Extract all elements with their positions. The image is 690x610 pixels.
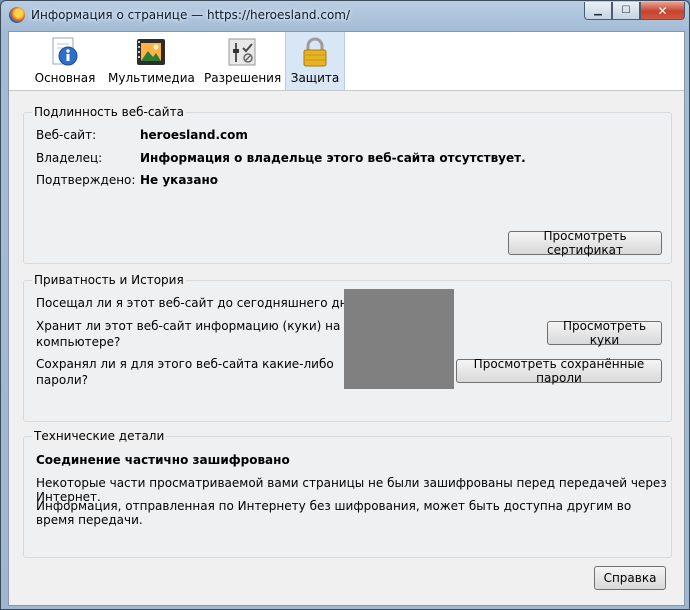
website-value: heroesland.com [140,128,248,142]
info-icon [52,37,78,66]
lock-icon [303,37,327,67]
maximize-button[interactable]: ☐ [612,2,640,20]
help-button[interactable]: Справка [594,566,666,590]
owner-label: Владелец: [36,151,103,165]
firefox-icon [9,7,25,23]
media-icon [137,39,165,65]
view-certificate-button[interactable]: Просмотреть сертификат [508,229,662,257]
title-bar[interactable]: Информация о странице — https://heroesla… [1,1,690,31]
cookies-question-line1: Хранит ли этот веб-сайт информацию (куки… [36,319,377,333]
group-title: Технические детали [32,429,167,443]
passwords-question-line2: пароли? [36,373,88,387]
tab-general[interactable]: Основная [32,32,98,90]
tab-security[interactable]: Защита [285,32,345,90]
view-passwords-button[interactable]: Просмотреть сохранённые пароли [456,357,662,385]
verified-value: Не указано [140,173,219,187]
tab-label: Разрешения [204,71,282,85]
permissions-icon [228,38,256,66]
visited-question: Посещал ли я этот веб-сайт до сегодняшне… [36,296,362,310]
passwords-question-line1: Сохранял ли я для этого веб-сайта какие-… [36,357,334,371]
cookies-question-line2: компьютере? [36,335,121,349]
tab-label: Мультимедиа [108,71,195,85]
encryption-detail-2: Информация, отправленная по Интернету бе… [36,499,632,527]
tab-label: Защита [290,71,340,85]
tab-permissions[interactable]: Разрешения [204,32,282,90]
owner-value: Информация о владельце этого веб-сайта о… [140,151,526,165]
technical-group: Технические детали Соединение частично з… [23,429,672,558]
website-label: Веб-сайт: [36,128,97,142]
identity-group: Подлинность веб-сайта Веб-сайт: heroesla… [23,105,672,264]
close-button[interactable]: ✕ [640,2,685,20]
view-cookies-button[interactable]: Просмотреть куки [547,319,662,347]
group-title: Подлинность веб-сайта [32,105,186,119]
tab-toolbar: Основная Мультимедиа Разрешения Защита [9,32,684,91]
tab-label: Основная [34,71,96,85]
answers-placeholder [344,289,454,389]
connection-status: Соединение частично зашифровано [36,453,290,467]
caption-buttons: ▁ ☐ ✕ [584,2,685,20]
dialog-content: Основная Мультимедиа Разрешения Защита П… [8,31,685,606]
dialog-window: Информация о странице — https://heroesla… [0,0,690,610]
minimize-button[interactable]: ▁ [584,2,612,20]
window-title: Информация о странице — https://heroesla… [31,8,351,22]
verified-label: Подтверждено: [36,173,136,187]
group-title: Приватность и История [32,273,186,287]
tab-media[interactable]: Мультимедиа [108,32,195,90]
privacy-group: Приватность и История Посещал ли я этот … [23,273,672,422]
